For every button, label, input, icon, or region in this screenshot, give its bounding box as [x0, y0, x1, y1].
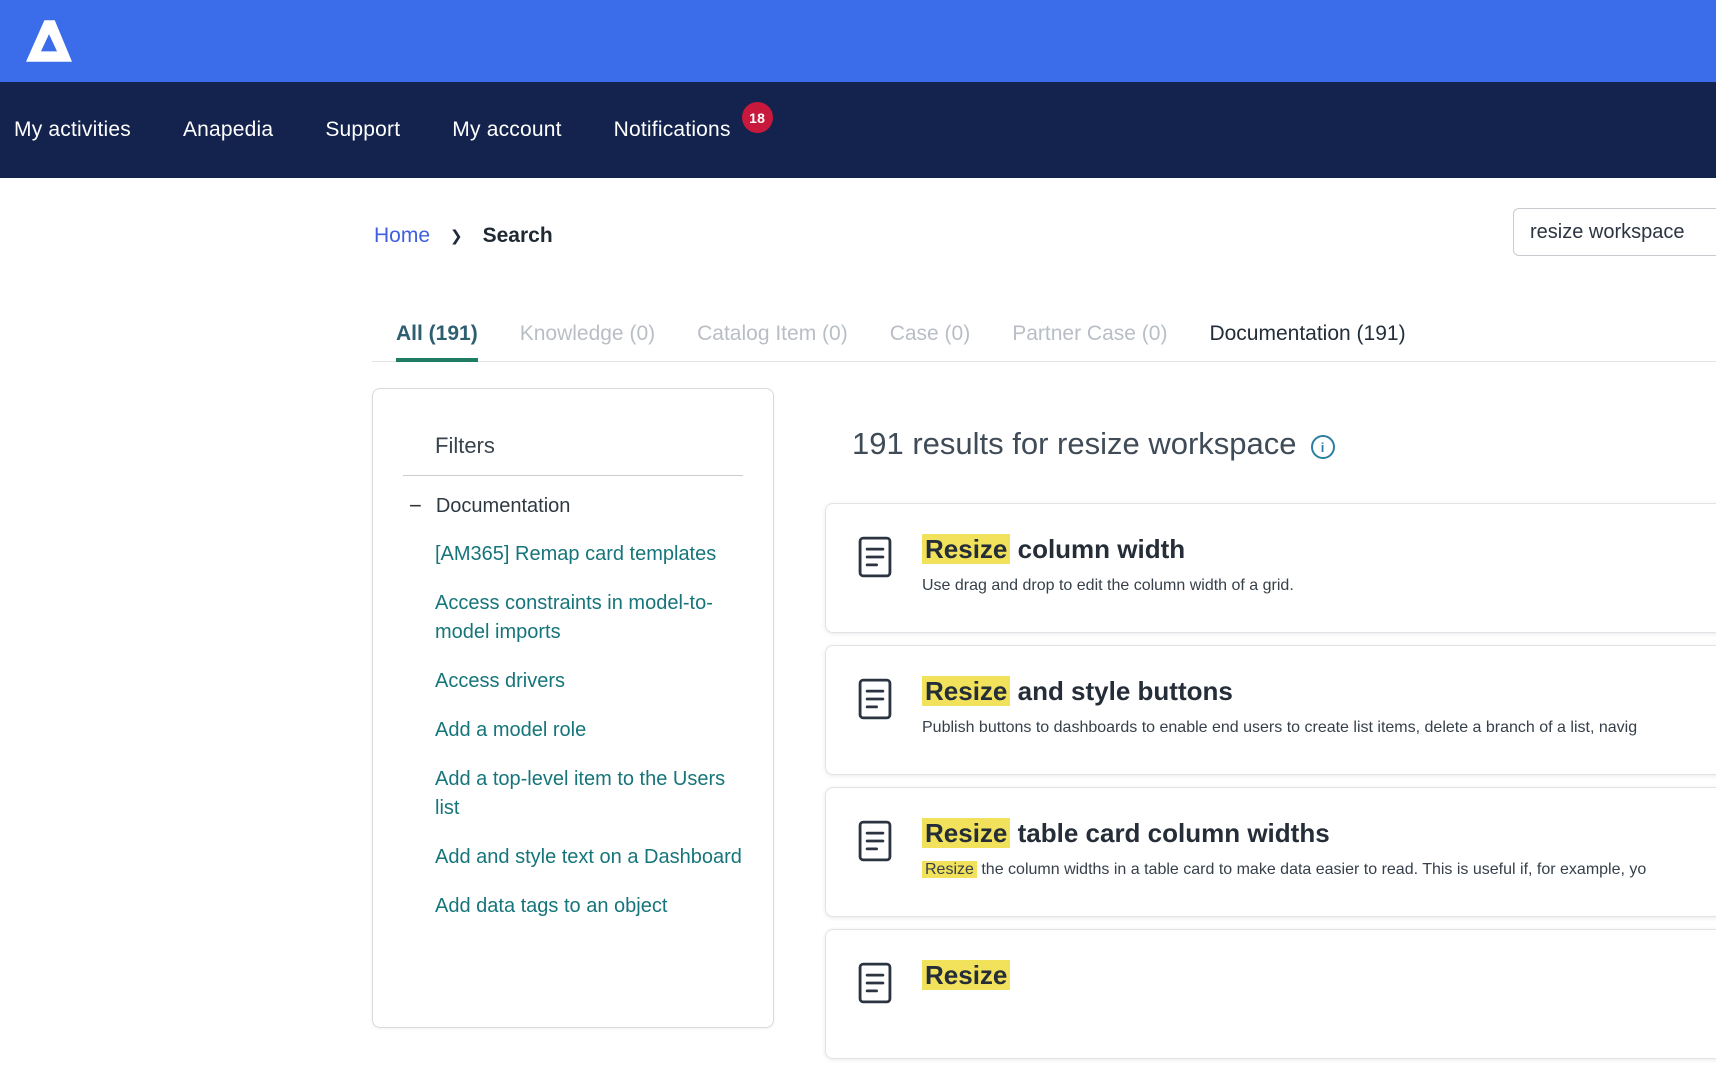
highlight: Resize [922, 861, 977, 878]
tab-catalog-item[interactable]: Catalog Item (0) [697, 322, 848, 362]
result-snippet-rest: the column widths in a table card to mak… [977, 861, 1646, 878]
filter-link-add-top-level-item[interactable]: Add a top-level item to the Users list [435, 765, 743, 823]
notification-badge: 18 [742, 102, 773, 133]
info-icon[interactable]: i [1311, 435, 1335, 459]
result-card-resize-style-buttons[interactable]: Resize and style buttons Publish buttons… [825, 645, 1716, 775]
highlight: Resize [922, 818, 1010, 848]
filter-links: [AM365] Remap card templates Access cons… [435, 540, 743, 921]
result-card-body: Resize [922, 958, 1010, 1023]
highlight: Resize [922, 960, 1010, 990]
nav-my-account[interactable]: My account [452, 118, 561, 142]
results-list: Resize column width Use drag and drop to… [825, 503, 1716, 1071]
result-snippet: Use drag and drop to edit the column wid… [922, 575, 1294, 597]
result-card-partial[interactable]: Resize [825, 929, 1716, 1059]
document-icon [856, 961, 894, 1010]
filter-link-remap-card-templates[interactable]: [AM365] Remap card templates [435, 540, 743, 569]
search-input[interactable] [1513, 208, 1716, 256]
result-snippet: Resize the column widths in a table card… [922, 859, 1646, 881]
result-title-rest: table card column widths [1010, 818, 1329, 848]
breadcrumb-current: Search [483, 224, 553, 248]
results-header: 191 results for resize workspace i [852, 426, 1335, 462]
result-card-body: Resize column width Use drag and drop to… [922, 532, 1294, 597]
result-title-rest: and style buttons [1010, 676, 1232, 706]
result-snippet: Publish buttons to dashboards to enable … [922, 717, 1637, 739]
filter-link-access-drivers[interactable]: Access drivers [435, 667, 743, 696]
filters-panel: Filters − Documentation [AM365] Remap ca… [372, 388, 774, 1028]
filter-link-add-model-role[interactable]: Add a model role [435, 716, 743, 745]
result-title[interactable]: Resize table card column widths [922, 816, 1646, 850]
nav-my-activities[interactable]: My activities [14, 118, 131, 142]
filters-section-label: Documentation [436, 494, 571, 518]
result-snippet-rest: Use drag and drop to edit the column wid… [922, 577, 1294, 594]
search-tabs: All (191) Knowledge (0) Catalog Item (0)… [372, 322, 1716, 362]
breadcrumb-chevron-icon: ❯ [450, 227, 463, 245]
nav-support[interactable]: Support [325, 118, 400, 142]
result-card-body: Resize table card column widths Resize t… [922, 816, 1646, 881]
filter-link-add-data-tags[interactable]: Add data tags to an object [435, 892, 743, 921]
result-card-body: Resize and style buttons Publish buttons… [922, 674, 1637, 739]
filters-divider [403, 475, 743, 476]
breadcrumb-home-link[interactable]: Home [374, 224, 430, 248]
results-header-text: 191 results for resize workspace [852, 426, 1297, 462]
collapse-icon[interactable]: − [409, 496, 422, 516]
document-icon [856, 535, 894, 584]
filter-link-add-style-text[interactable]: Add and style text on a Dashboard [435, 843, 743, 872]
result-title[interactable]: Resize [922, 958, 1010, 992]
result-snippet [922, 1001, 1010, 1023]
top-brand-bar [0, 0, 1716, 82]
result-card-resize-column-width[interactable]: Resize column width Use drag and drop to… [825, 503, 1716, 633]
result-snippet-rest: Publish buttons to dashboards to enable … [922, 719, 1637, 736]
nav-notifications-label: Notifications [614, 118, 731, 141]
document-icon [856, 677, 894, 726]
result-title[interactable]: Resize and style buttons [922, 674, 1637, 708]
nav-anapedia[interactable]: Anapedia [183, 118, 273, 142]
result-title-rest: column width [1010, 534, 1185, 564]
filters-section-documentation[interactable]: − Documentation [409, 494, 743, 518]
filters-title: Filters [435, 433, 743, 459]
document-icon [856, 819, 894, 868]
result-title[interactable]: Resize column width [922, 532, 1294, 566]
anaplan-logo-icon[interactable] [26, 20, 72, 62]
main-nav: My activities Anapedia Support My accoun… [0, 82, 1716, 178]
tab-documentation[interactable]: Documentation (191) [1209, 322, 1405, 362]
tab-case[interactable]: Case (0) [890, 322, 971, 362]
nav-notifications[interactable]: Notifications 18 [614, 118, 731, 142]
result-card-resize-table-card-columns[interactable]: Resize table card column widths Resize t… [825, 787, 1716, 917]
highlight: Resize [922, 676, 1010, 706]
breadcrumb: Home ❯ Search [374, 224, 553, 248]
highlight: Resize [922, 534, 1010, 564]
tab-all[interactable]: All (191) [396, 322, 478, 362]
tab-knowledge[interactable]: Knowledge (0) [520, 322, 655, 362]
filter-link-access-constraints[interactable]: Access constraints in model-to-model imp… [435, 589, 743, 647]
tab-partner-case[interactable]: Partner Case (0) [1012, 322, 1167, 362]
